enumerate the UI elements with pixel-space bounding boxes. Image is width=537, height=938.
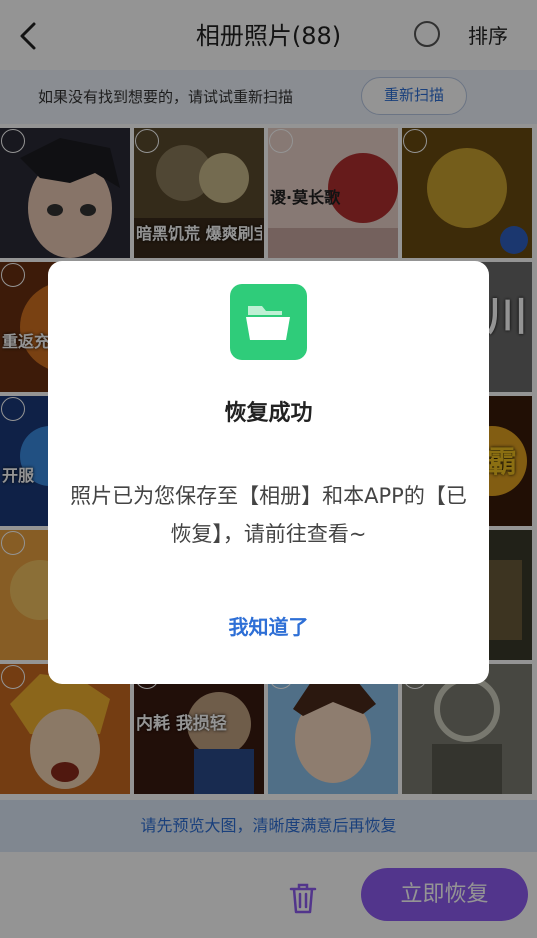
folder-icon (230, 284, 307, 360)
confirm-button[interactable]: 我知道了 (48, 611, 489, 643)
dialog-message: 照片已为您保存至【相册】和本APP的【已恢复】，请前往查看~ (70, 484, 467, 546)
dialog-title: 恢复成功 (224, 401, 313, 426)
success-dialog: 恢复成功 照片已为您保存至【相册】和本APP的【已恢复】，请前往查看~ 我知道了 (48, 261, 489, 684)
